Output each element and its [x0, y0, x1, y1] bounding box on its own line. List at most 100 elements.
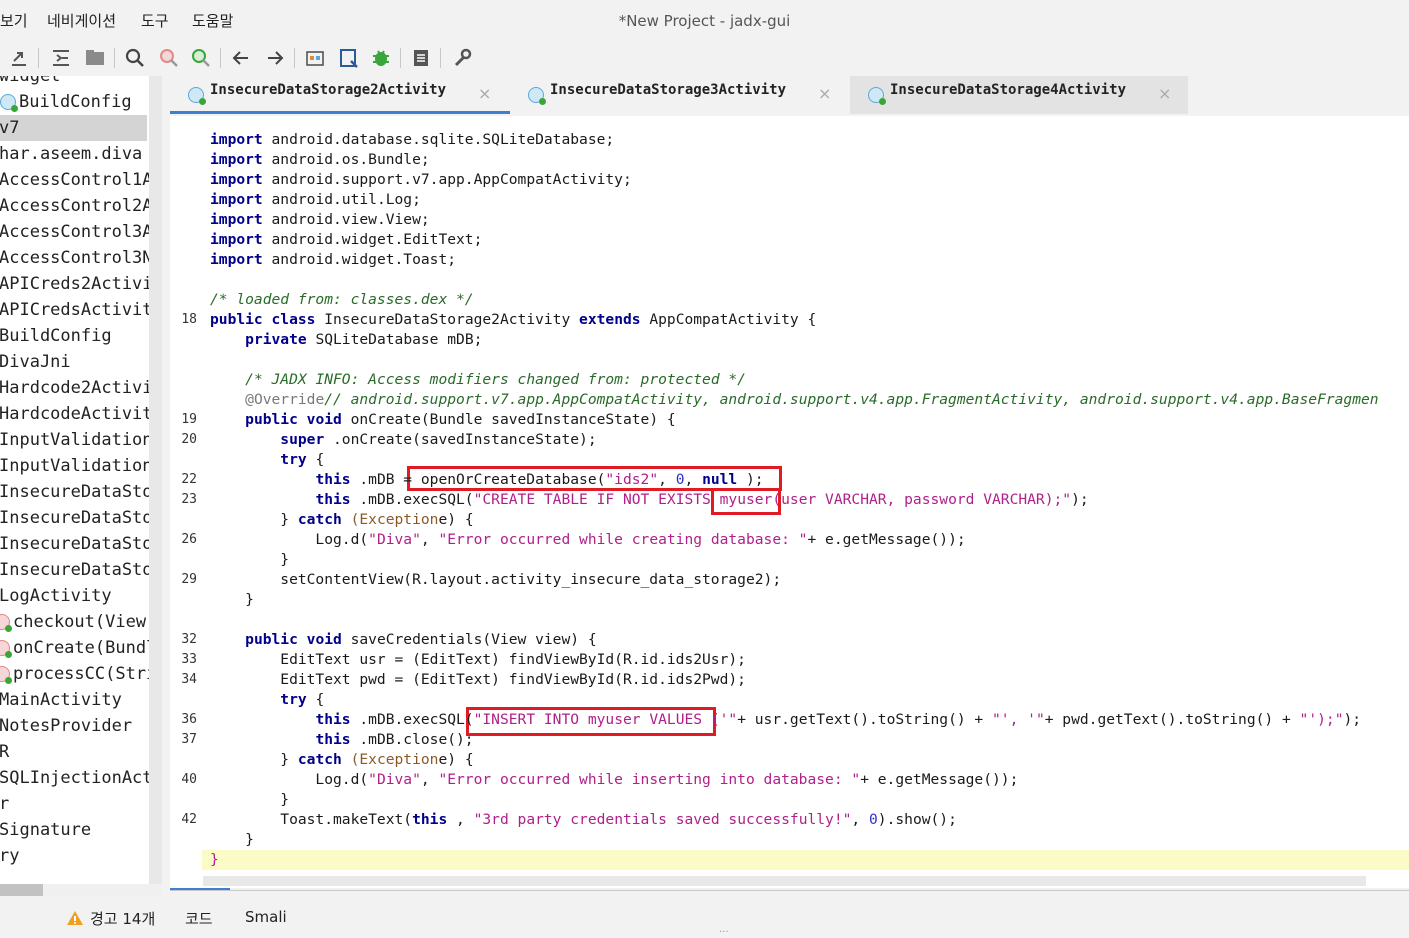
tree-item[interactable]: MainActivity	[0, 687, 122, 713]
divider	[170, 890, 1409, 891]
tree-method-item[interactable]: checkout(View	[0, 609, 146, 635]
code-token: .mDB.execSQL(	[359, 491, 474, 508]
tree-item[interactable]: InputValidation3	[0, 453, 162, 479]
back-arrow-icon[interactable]	[228, 45, 254, 71]
close-icon[interactable]: ×	[478, 84, 491, 103]
tree-item[interactable]: InputValidation2	[0, 427, 162, 453]
line-number: 36	[181, 712, 197, 727]
code-line: 33 EditText usr = (EditText) findViewByI…	[170, 650, 1409, 670]
code-text: @Override// android.support.v7.app.AppCo…	[210, 390, 1379, 410]
project-tree[interactable]: widget BuildConfig v7 har.aseem.diva AccessC…	[0, 76, 162, 894]
close-icon[interactable]: ×	[1158, 84, 1171, 103]
code-line: }	[170, 790, 1409, 810]
find-class-icon[interactable]	[156, 45, 182, 71]
tree-item[interactable]: v7	[0, 115, 147, 141]
code-text: private SQLiteDatabase mDB;	[210, 330, 482, 350]
tree-item[interactable]: SQLInjectionActi	[0, 765, 162, 791]
code-token: // android.support.v7.app.AppCompatActiv…	[324, 391, 1379, 408]
tree-item[interactable]: InsecureDataStor	[0, 479, 162, 505]
code-token: setContentView(R.layout.activity_insecur…	[210, 571, 782, 588]
tree-item[interactable]: AccessControl1Ac	[0, 167, 162, 193]
tab-insecure-data-storage3[interactable]: InsecureDataStorage3Activity ×	[510, 76, 850, 114]
tree-item[interactable]: Hardcode2Activit	[0, 375, 162, 401]
tree-item[interactable]: BuildConfig	[0, 323, 112, 349]
tree-item-label: SQLInjectionActi	[0, 768, 162, 788]
class-icon	[868, 87, 886, 105]
tree-item[interactable]: har.aseem.diva	[0, 141, 142, 167]
code-token: + pwd.getText().toString() +	[1044, 711, 1300, 728]
code-token: Toast.makeText(	[210, 811, 413, 828]
editor-horizontal-scrollbar[interactable]	[203, 876, 1366, 886]
decompile-icon[interactable]	[302, 45, 328, 71]
tree-item[interactable]: LogActivity	[0, 583, 112, 609]
settings-wrench-icon[interactable]	[450, 45, 476, 71]
active-tab-indicator	[170, 111, 510, 114]
tree-item[interactable]: NotesProvider	[0, 713, 132, 739]
tree-item-label: BuildConfig	[19, 92, 132, 112]
tab-code[interactable]: 코드	[185, 908, 213, 929]
code-line: 40 Log.d("Diva", "Error occurred while i…	[170, 770, 1409, 790]
code-token: AppCompatActivity {	[649, 311, 817, 328]
close-icon[interactable]: ×	[818, 84, 831, 103]
log-icon[interactable]	[408, 45, 434, 71]
tree-item-label: DivaJni	[0, 352, 71, 372]
search-icon[interactable]	[122, 45, 148, 71]
warning-count[interactable]: 경고 14개	[90, 908, 155, 929]
code-text: super .onCreate(savedInstanceState);	[210, 430, 597, 450]
find-usage-icon[interactable]	[188, 45, 214, 71]
line-number: 42	[181, 812, 197, 827]
tree-item-label: AccessControl1Ac	[0, 170, 162, 190]
tree-item[interactable]: AccessControl2Ac	[0, 193, 162, 219]
export-icon[interactable]	[6, 45, 32, 71]
code-line: } catch (Exceptione) {	[170, 750, 1409, 770]
code-line: import android.widget.Toast;	[170, 250, 1409, 270]
code-text: }	[210, 850, 219, 870]
tree-item-label: Signature	[0, 820, 92, 840]
method-icon	[0, 614, 12, 632]
code-token: .onCreate(savedInstanceState);	[333, 431, 597, 448]
code-line: /* JADX INFO: Access modifiers changed f…	[170, 370, 1409, 390]
debug-bug-icon[interactable]	[368, 45, 394, 71]
code-token: + e.getMessage());	[860, 771, 1019, 788]
code-editor[interactable]: import android.database.sqlite.SQLiteDat…	[170, 116, 1409, 888]
folder-icon[interactable]	[82, 45, 108, 71]
tree-item[interactable]: Signature	[0, 817, 91, 843]
resize-grip-icon[interactable]: ···	[719, 927, 729, 938]
code-token: try	[280, 451, 316, 468]
tree-method-item[interactable]: onCreate(Bundl	[0, 635, 156, 661]
tree-item[interactable]: BuildConfig	[0, 89, 132, 115]
code-text: EditText pwd = (EditText) findViewById(R…	[210, 670, 746, 690]
tree-item[interactable]: InsecureDataStor	[0, 505, 162, 531]
tree-scroll-thumb[interactable]	[0, 884, 43, 896]
code-line: 26 Log.d("Diva", "Error occurred while c…	[170, 530, 1409, 550]
code-token: this	[315, 491, 360, 508]
tree-item[interactable]: AccessControl3No	[0, 245, 162, 271]
tab-insecure-data-storage4[interactable]: InsecureDataStorage4Activity ×	[850, 76, 1188, 114]
collapse-icon[interactable]	[48, 45, 74, 71]
code-line: import android.database.sqlite.SQLiteDat…	[170, 130, 1409, 150]
tree-item[interactable]: r	[0, 791, 9, 817]
tree-vertical-scrollbar[interactable]	[149, 76, 162, 884]
tree-item-label: v7	[0, 118, 20, 138]
tree-item[interactable]: ry	[0, 843, 19, 869]
tab-insecure-data-storage2[interactable]: InsecureDataStorage2Activity ×	[170, 76, 510, 114]
tree-item[interactable]: DivaJni	[0, 349, 71, 375]
tree-item-label: r	[0, 794, 10, 814]
tree-method-item[interactable]: processCC(Stri	[0, 661, 156, 687]
code-text: this .mDB.execSQL("INSERT INTO myuser VA…	[210, 710, 1361, 730]
tab-smali[interactable]: Smali	[245, 908, 287, 926]
tree-item[interactable]: InsecureDataStor	[0, 557, 162, 583]
quick-search-icon[interactable]	[336, 45, 362, 71]
code-token: this	[412, 811, 457, 828]
tree-item[interactable]: AccessControl3Ac	[0, 219, 162, 245]
tree-item[interactable]: widget	[0, 76, 60, 89]
tree-item[interactable]: R	[0, 739, 9, 765]
code-text: import android.view.View;	[210, 210, 430, 230]
tree-item[interactable]: APICredsActivity	[0, 297, 162, 323]
tree-item[interactable]: APICreds2Activit	[0, 271, 162, 297]
tree-item[interactable]: InsecureDataStor	[0, 531, 162, 557]
line-number: 34	[181, 672, 197, 687]
tree-item[interactable]: HardcodeActivity	[0, 401, 162, 427]
forward-arrow-icon[interactable]	[262, 45, 288, 71]
